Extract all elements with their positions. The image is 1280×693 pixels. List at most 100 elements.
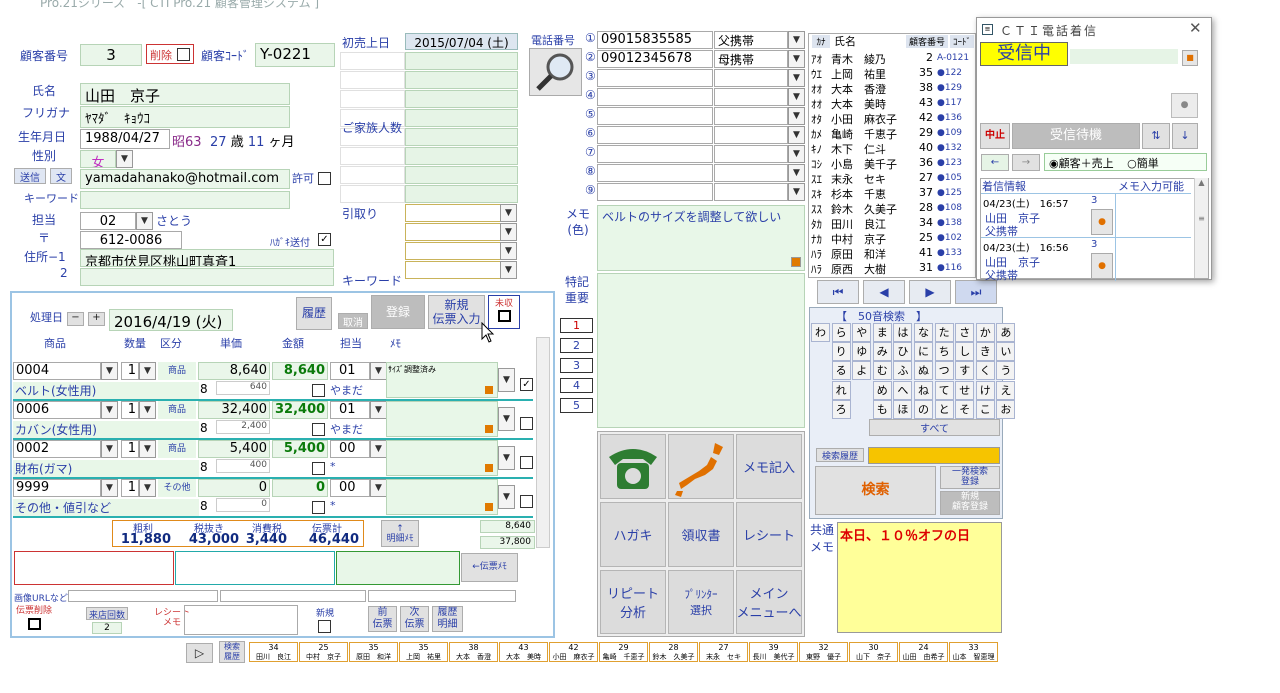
memo-entry-button[interactable]: メモ記入 [736, 434, 802, 499]
visit-count-button[interactable]: 来店回数 [86, 607, 128, 621]
price-field[interactable]: 5,400 [198, 440, 270, 458]
keyword-field[interactable] [80, 191, 290, 209]
row-checkbox[interactable] [520, 456, 533, 469]
date-next-button[interactable]: + [88, 312, 105, 326]
phone-type-dropdown[interactable]: ▼ [788, 31, 805, 49]
tax-checkbox[interactable] [312, 423, 325, 436]
kana-key[interactable]: ふ [893, 361, 913, 381]
kana-key[interactable]: す [955, 361, 975, 381]
birth-field[interactable]: 1988/04/27 [80, 129, 170, 149]
list-item[interactable]: ｽｽ 鈴木 久美子 28 ●108 [809, 201, 975, 216]
date-field[interactable]: 2016/4/19 (火) [109, 309, 233, 331]
history-value[interactable] [405, 109, 518, 127]
send-button[interactable]: 送信 [14, 168, 46, 184]
list-item[interactable]: ｶﾒ 亀崎 千恵子 29 ●109 [809, 126, 975, 141]
kana-key[interactable]: と [934, 399, 954, 419]
kana-key[interactable]: ら [831, 323, 851, 342]
speaker-button[interactable]: ▷ [186, 643, 213, 663]
bottom-history-item[interactable]: 29 亀崎 千恵子 [599, 642, 648, 662]
phone-type-field[interactable] [714, 126, 788, 144]
kana-key[interactable]: い [996, 342, 1016, 362]
rank-button[interactable]: 2 [560, 338, 593, 353]
history-value[interactable] [405, 147, 518, 165]
zip-field[interactable]: 612-0086 [80, 231, 182, 249]
kana-key[interactable]: む [872, 361, 892, 381]
first-record-button[interactable]: ⏮ [817, 280, 859, 304]
tax-checkbox[interactable] [312, 462, 325, 475]
row-staff-field[interactable]: 01 [330, 401, 370, 419]
phone-search-icon[interactable] [529, 48, 582, 96]
phone-type-dropdown[interactable]: ▼ [788, 69, 805, 87]
bottom-history-item[interactable]: 25 中村 京子 [299, 642, 348, 662]
image-url-field[interactable] [68, 590, 218, 602]
product-code-field[interactable]: 0004 [13, 362, 101, 380]
kana-key[interactable]: ひ [893, 342, 913, 362]
kana-key[interactable]: し [955, 342, 975, 362]
kana-key[interactable]: つ [934, 361, 954, 381]
row-staff-dropdown[interactable]: ▼ [370, 440, 387, 458]
phone-type-dropdown[interactable]: ▼ [788, 50, 805, 68]
row-memo-field[interactable]: ｻｲｽﾞ調整済み [386, 362, 498, 398]
phone-number-field[interactable]: 09015835585 [597, 31, 713, 49]
pickup-field[interactable] [405, 223, 501, 241]
tax-checkbox[interactable] [312, 384, 325, 397]
bottom-history-item[interactable]: 30 山下 奈子 [849, 642, 898, 662]
kana-key[interactable]: え [996, 380, 1016, 400]
cti-down-button[interactable]: ↓ [1172, 123, 1198, 149]
row-checkbox[interactable] [520, 417, 533, 430]
new-slip-button[interactable]: 新規 伝票入力 [428, 295, 485, 329]
qty-field[interactable]: 1 [121, 362, 139, 380]
bottom-history-item[interactable]: 39 長川 美代子 [749, 642, 798, 662]
pickup-field[interactable] [405, 261, 501, 279]
last-record-button[interactable]: ⏭ [955, 280, 997, 304]
bottom-history-item[interactable]: 43 大本 美時 [499, 642, 548, 662]
kana-key[interactable]: み [872, 342, 892, 362]
kana-key[interactable]: り [831, 342, 851, 362]
japan-map-icon[interactable] [668, 434, 734, 499]
special-field[interactable] [597, 273, 805, 428]
phone-type-dropdown[interactable]: ▼ [788, 183, 805, 201]
addr2-field[interactable] [80, 268, 334, 286]
row-memo-dropdown[interactable]: ▼ [498, 485, 515, 509]
date-prev-button[interactable]: − [67, 312, 84, 326]
bottom-history-item[interactable]: 32 東野 優子 [799, 642, 848, 662]
kana-key[interactable]: ろ [831, 399, 851, 419]
history-value[interactable] [405, 185, 518, 203]
phone-type-field[interactable] [714, 145, 788, 163]
new-checkbox[interactable] [318, 620, 331, 633]
bottom-history-item[interactable]: 24 山田 由希子 [899, 642, 948, 662]
customer-no-field[interactable]: 3 [80, 44, 142, 66]
customer-code-field[interactable]: Y-0221 [255, 43, 335, 67]
history-row[interactable] [340, 71, 405, 89]
kana-key[interactable]: て [934, 380, 954, 400]
pickup-dropdown[interactable]: ▼ [500, 204, 517, 222]
kana-key[interactable]: さ [955, 323, 975, 342]
kana-key[interactable]: へ [893, 380, 913, 400]
rank-button[interactable]: 1 [560, 318, 593, 333]
pickup-field[interactable] [405, 242, 501, 260]
history-value[interactable] [405, 90, 518, 108]
kana-key[interactable]: ぬ [914, 361, 933, 381]
radio-simple[interactable]: ○簡単 [1127, 157, 1159, 170]
bottom-history-item[interactable]: 35 原田 和洋 [349, 642, 398, 662]
prev-record-button[interactable]: ◀ [863, 280, 905, 304]
kana-key[interactable]: や [852, 323, 872, 342]
phone-type-dropdown[interactable]: ▼ [788, 145, 805, 163]
phone-type-field[interactable]: 母携帯 [714, 50, 788, 68]
history-value[interactable] [405, 128, 518, 146]
phone-number-field[interactable] [597, 69, 713, 87]
list-item[interactable]: ｵﾀ 小田 麻衣子 42 ●136 [809, 111, 975, 126]
staff-dropdown[interactable]: ▼ [136, 212, 153, 230]
list-item[interactable]: ｱｵ 青木 綾乃 2 A-0121 [809, 51, 975, 66]
history-detail-button[interactable]: 履歴 明細 [432, 606, 463, 632]
call-item[interactable]: 04/23(土) 16:56 3 山田 京子 父携帯 ● [981, 237, 1191, 282]
detail-memo-button[interactable]: ↑ 明細ﾒﾓ [381, 520, 419, 547]
kana-key[interactable]: な [914, 323, 933, 342]
qty-field[interactable]: 1 [121, 440, 139, 458]
product-dropdown[interactable]: ▼ [101, 401, 118, 419]
next-slip-button[interactable]: 次 伝票 [400, 606, 429, 632]
history-row[interactable] [340, 166, 405, 184]
addr1-field[interactable]: 京都市伏見区桃山町真斉1 [80, 249, 334, 267]
phone-number-field[interactable] [597, 183, 713, 201]
bottom-history-item[interactable]: 38 大本 香澄 [449, 642, 498, 662]
